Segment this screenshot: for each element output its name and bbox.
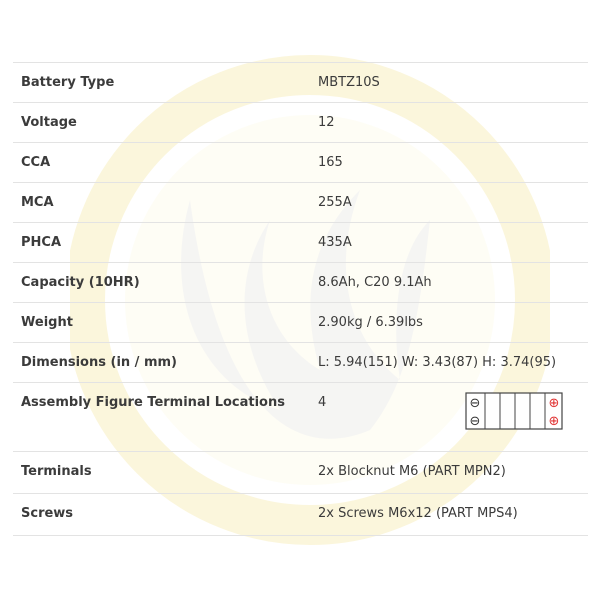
spec-label: Screws (21, 506, 74, 521)
spec-label: Weight (21, 315, 73, 330)
spec-row-weight: Weight 2.90kg / 6.39lbs (13, 303, 588, 343)
spec-value: L: 5.94(151) W: 3.43(87) H: 3.74(95) (318, 355, 557, 370)
spec-row-dimensions: Dimensions (in / mm) L: 5.94(151) W: 3.4… (13, 343, 588, 383)
spec-row-voltage: Voltage 12 (13, 103, 588, 143)
negative-terminal-top-icon: ⊖ (470, 396, 481, 411)
spec-value: 4 (318, 395, 327, 410)
spec-row-screws: Screws 2x Screws M6x12 (PART MPS4) (13, 494, 588, 536)
spec-label: Dimensions (in / mm) (21, 355, 177, 370)
spec-page: Battery Type MBTZ10S Voltage 12 CCA 165 … (0, 0, 600, 600)
spec-row-battery-type: Battery Type MBTZ10S (13, 63, 588, 103)
negative-terminal-bottom-icon: ⊖ (470, 414, 481, 429)
spec-label: Terminals (21, 464, 92, 479)
positive-terminal-top-icon: ⊕ (549, 396, 560, 411)
spec-row-mca: MCA 255A (13, 183, 588, 223)
spec-value: 435A (318, 235, 352, 250)
spec-value: 12 (318, 115, 335, 130)
spec-row-cca: CCA 165 (13, 143, 588, 183)
positive-terminal-bottom-icon: ⊕ (549, 414, 560, 429)
spec-value: 255A (318, 195, 352, 210)
spec-row-phca: PHCA 435A (13, 223, 588, 263)
spec-value: 2.90kg / 6.39lbs (318, 315, 423, 330)
spec-table: Battery Type MBTZ10S Voltage 12 CCA 165 … (13, 62, 588, 536)
spec-label: MCA (21, 195, 54, 210)
spec-value: 8.6Ah, C20 9.1Ah (318, 275, 432, 290)
spec-label: CCA (21, 155, 51, 170)
spec-row-terminals: Terminals 2x Blocknut M6 (PART MPN2) (13, 452, 588, 494)
spec-value: 2x Screws M6x12 (PART MPS4) (318, 506, 518, 521)
spec-label: PHCA (21, 235, 62, 250)
spec-row-capacity: Capacity (10HR) 8.6Ah, C20 9.1Ah (13, 263, 588, 303)
spec-value: 2x Blocknut M6 (PART MPN2) (318, 464, 506, 479)
battery-terminal-diagram-icon: ⊖ ⊖ ⊕ ⊕ (465, 392, 563, 430)
spec-label: Battery Type (21, 75, 115, 90)
spec-value: 165 (318, 155, 343, 170)
spec-label: Voltage (21, 115, 77, 130)
spec-label: Capacity (10HR) (21, 275, 140, 290)
spec-value: MBTZ10S (318, 75, 380, 90)
spec-row-assembly-figure: Assembly Figure Terminal Locations 4 ⊖ ⊖… (13, 383, 588, 452)
spec-label: Assembly Figure Terminal Locations (21, 395, 285, 410)
